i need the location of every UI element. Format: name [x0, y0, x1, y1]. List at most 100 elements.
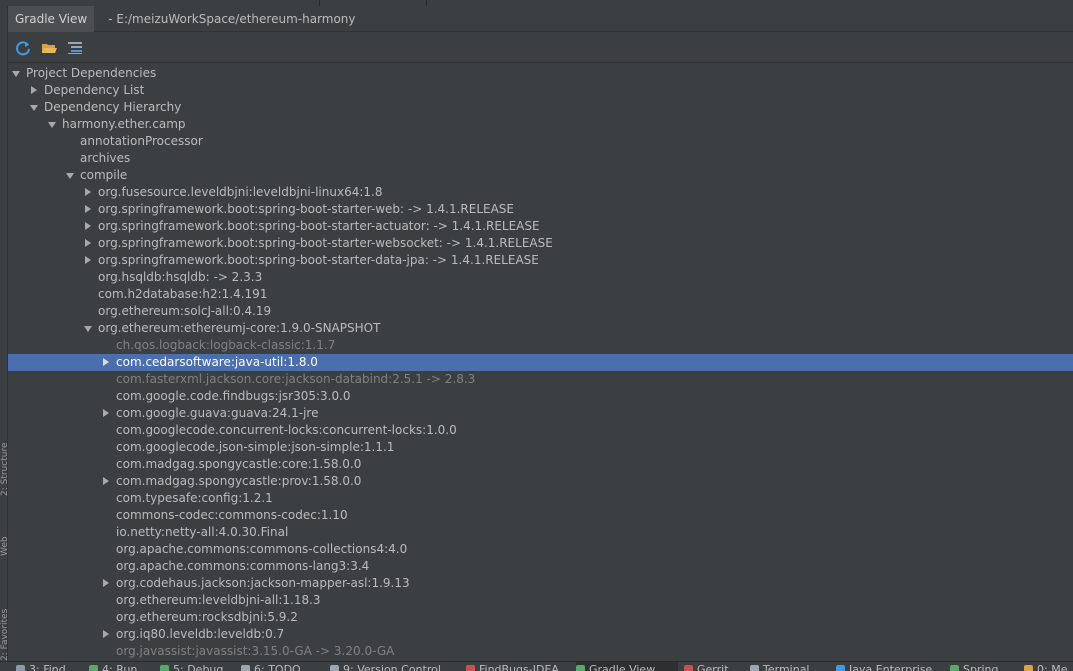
tree-node[interactable]: com.madgag.spongycastle:prov:1.58.0.0: [8, 473, 1073, 490]
tree-node[interactable]: org.javassist:javassist:3.15.0-GA -> 3.2…: [8, 643, 1073, 660]
collapsed-arrow-icon[interactable]: [82, 252, 94, 269]
tree-node-label: org.ethereum:leveldbjni-all:1.18.3: [116, 593, 321, 607]
bottom-tab-label: Terminal: [763, 663, 810, 671]
tree-node[interactable]: commons-codec:commons-codec:1.10: [8, 507, 1073, 524]
tree-node[interactable]: org.fusesource.leveldbjni:leveldbjni-lin…: [8, 184, 1073, 201]
bottom-tab[interactable]: 5: Debug: [160, 662, 235, 671]
dependency-tree: Project Dependencies Dependency List Depen…: [8, 64, 1073, 660]
bottom-tab[interactable]: 6: TODO: [241, 662, 324, 671]
bottom-tab[interactable]: 9: Version Control: [330, 662, 460, 671]
collapsed-arrow-icon[interactable]: [100, 405, 112, 422]
left-tool-strip: 2: Structure Web 2: Favorites: [0, 6, 8, 661]
tree-node[interactable]: org.springframework.boot:spring-boot-sta…: [8, 218, 1073, 235]
side-tab-favorites[interactable]: 2: Favorites: [0, 571, 8, 661]
expanded-arrow-icon[interactable]: [64, 167, 76, 184]
tree-node[interactable]: io.netty:netty-all:4.0.30.Final: [8, 524, 1073, 541]
bottom-tab-label: 4: Run: [102, 663, 138, 671]
tree-node[interactable]: annotationProcessor: [8, 133, 1073, 150]
tree-node[interactable]: com.google.guava:guava:24.1-jre: [8, 405, 1073, 422]
tool-window-icon: [330, 665, 339, 671]
collapsed-arrow-icon[interactable]: [100, 354, 112, 371]
tree-node-label: org.springframework.boot:spring-boot-sta…: [98, 219, 540, 233]
tree-node[interactable]: Dependency List: [8, 82, 1073, 99]
tree-node[interactable]: com.madgag.spongycastle:core:1.58.0.0: [8, 456, 1073, 473]
collapsed-arrow-icon[interactable]: [100, 473, 112, 490]
tree-node[interactable]: com.h2database:h2:1.4.191: [8, 286, 1073, 303]
side-tab-web[interactable]: Web: [0, 511, 8, 556]
collapsed-arrow-icon[interactable]: [82, 201, 94, 218]
tree-node[interactable]: com.google.code.findbugs:jsr305:3.0.0: [8, 388, 1073, 405]
expanded-arrow-icon[interactable]: [10, 65, 22, 82]
collapsed-arrow-icon[interactable]: [82, 235, 94, 252]
bottom-tab-label: 0: Messages: [1037, 663, 1067, 671]
tool-window-icon: [160, 665, 169, 671]
tree-node[interactable]: org.ethereum:ethereumj-core:1.9.0-SNAPSH…: [8, 320, 1073, 337]
tree-node-label: org.javassist:javassist:3.15.0-GA -> 3.2…: [116, 644, 395, 658]
bottom-tab[interactable]: 4: Run: [89, 662, 154, 671]
side-tab-structure[interactable]: 2: Structure: [0, 406, 8, 497]
tree-node[interactable]: org.springframework.boot:spring-boot-sta…: [8, 252, 1073, 269]
tool-window-icon: [1024, 665, 1033, 671]
tree-node[interactable]: org.springframework.boot:spring-boot-sta…: [8, 201, 1073, 218]
tree-node[interactable]: org.apache.commons:commons-lang3:3.4: [8, 558, 1073, 575]
tree-node[interactable]: org.ethereum:leveldbjni-all:1.18.3: [8, 592, 1073, 609]
collapsed-arrow-icon[interactable]: [100, 575, 112, 592]
expanded-arrow-icon[interactable]: [46, 116, 58, 133]
tool-window-icon: [950, 665, 959, 671]
tree-node[interactable]: com.googlecode.concurrent-locks:concurre…: [8, 422, 1073, 439]
bottom-tab[interactable]: Terminal: [750, 662, 830, 671]
bottom-tab[interactable]: 0: Messages: [1024, 662, 1067, 671]
tree-node-label: Dependency Hierarchy: [44, 100, 182, 114]
tree-node-label: harmony.ether.camp: [62, 117, 186, 131]
tool-window-icon: [241, 665, 250, 671]
tree-node[interactable]: com.typesafe:config:1.2.1: [8, 490, 1073, 507]
collapsed-arrow-icon[interactable]: [82, 184, 94, 201]
bottom-tab[interactable]: Gerrit: [684, 662, 744, 671]
bottom-tab[interactable]: FindBugs-IDEA: [466, 662, 570, 671]
tree-node[interactable]: org.codehaus.jackson:jackson-mapper-asl:…: [8, 575, 1073, 592]
tree-node-label: org.apache.commons:commons-collections4:…: [116, 542, 408, 556]
tree-node-label: org.hsqldb:hsqldb: -> 2.3.3: [98, 270, 263, 284]
tree-node-label: org.ethereum:solcJ-all:0.4.19: [98, 304, 272, 318]
expanded-arrow-icon[interactable]: [82, 320, 94, 337]
tree-node-label: org.apache.commons:commons-lang3:3.4: [116, 559, 370, 573]
tree-node-label: com.cedarsoftware:java-util:1.8.0: [116, 355, 318, 369]
expanded-arrow-icon[interactable]: [28, 99, 40, 116]
collapsed-arrow-icon[interactable]: [28, 82, 40, 99]
tree-node[interactable]: org.apache.commons:commons-collections4:…: [8, 541, 1073, 558]
tree-node[interactable]: com.cedarsoftware:java-util:1.8.0: [8, 354, 1073, 371]
open-folder-button[interactable]: [38, 37, 60, 59]
bottom-tab-label: 9: Version Control: [343, 663, 441, 671]
tool-window-icon: [836, 665, 845, 671]
tree-node[interactable]: com.fasterxml.jackson.core:jackson-datab…: [8, 371, 1073, 388]
tree-node-label: org.codehaus.jackson:jackson-mapper-asl:…: [116, 576, 410, 590]
tree-node[interactable]: com.googlecode.json-simple:json-simple:1…: [8, 439, 1073, 456]
bottom-tab[interactable]: Spring: [950, 662, 1018, 671]
tree-node[interactable]: org.iq80.leveldb:leveldb:0.7: [8, 626, 1073, 643]
tree-node[interactable]: archives: [8, 150, 1073, 167]
tree-node-label: org.ethereum:rocksdbjni:5.9.2: [116, 610, 298, 624]
tree-node-label: annotationProcessor: [80, 134, 203, 148]
tree-node[interactable]: compile: [8, 167, 1073, 184]
tree-node-label: io.netty:netty-all:4.0.30.Final: [116, 525, 289, 539]
expand-all-button[interactable]: [64, 37, 86, 59]
refresh-button[interactable]: [12, 37, 34, 59]
collapsed-arrow-icon[interactable]: [100, 626, 112, 643]
tree-node[interactable]: ch.qos.logback:logback-classic:1.1.7: [8, 337, 1073, 354]
tree-node[interactable]: Dependency Hierarchy: [8, 99, 1073, 116]
collapsed-arrow-icon[interactable]: [82, 218, 94, 235]
tree-node-label: com.h2database:h2:1.4.191: [98, 287, 268, 301]
tree-node[interactable]: org.ethereum:solcJ-all:0.4.19: [8, 303, 1073, 320]
tree-node[interactable]: org.springframework.boot:spring-boot-sta…: [8, 235, 1073, 252]
tree-node[interactable]: Project Dependencies: [8, 65, 1073, 82]
bottom-tab[interactable]: Java Enterprise: [836, 662, 944, 671]
gradle-view-tab[interactable]: Gradle View: [8, 5, 95, 32]
tree-node[interactable]: harmony.ether.camp: [8, 116, 1073, 133]
open-folder-icon: [42, 43, 57, 53]
bottom-tab[interactable]: Gradle View: [576, 662, 678, 671]
tree-node[interactable]: org.hsqldb:hsqldb: -> 2.3.3: [8, 269, 1073, 286]
tool-window-icon: [466, 665, 475, 671]
bottom-tab[interactable]: 3: Find: [16, 662, 83, 671]
tree-node[interactable]: org.ethereum:rocksdbjni:5.9.2: [8, 609, 1073, 626]
bottom-tab-label: Gradle View: [589, 663, 656, 671]
